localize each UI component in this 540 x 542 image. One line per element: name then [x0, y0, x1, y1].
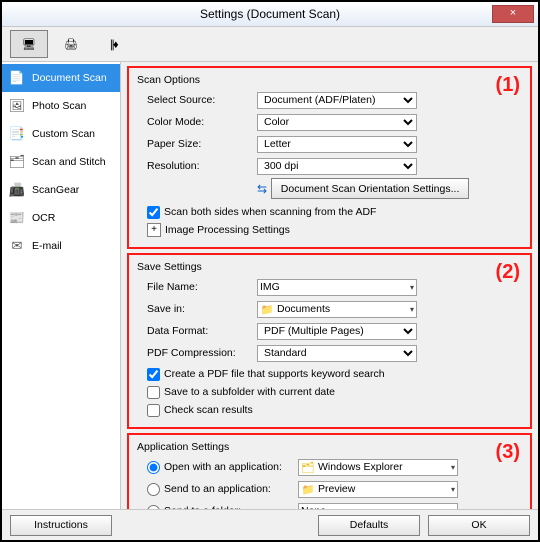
send-app-label: Send to an application: — [164, 483, 294, 495]
sidebar-item-label: Photo Scan — [32, 100, 86, 112]
tab-scan-from-panel[interactable]: 🖨 — [52, 30, 90, 58]
chevron-down-icon: ▾ — [410, 283, 414, 292]
body: 📄 Document Scan 🖼 Photo Scan 📑 Custom Sc… — [2, 62, 538, 509]
subfolder-label: Save to a subfolder with current date — [164, 386, 335, 398]
sidebar: 📄 Document Scan 🖼 Photo Scan 📑 Custom Sc… — [2, 62, 121, 509]
section-number-1: (1) — [496, 74, 520, 97]
pdf-compression-dropdown[interactable]: Standard — [257, 345, 417, 362]
orientation-settings-button[interactable]: Document Scan Orientation Settings... — [271, 178, 469, 199]
ok-button[interactable]: OK — [428, 515, 530, 536]
open-app-value: Windows Explorer — [318, 461, 403, 473]
resolution-label: Resolution: — [137, 160, 257, 172]
folder-icon: 📁 — [301, 483, 315, 496]
send-folder-value: None — [301, 505, 326, 509]
scan-options-title: Scan Options — [137, 74, 522, 86]
settings-window: { "title": "Settings (Document Scan)", "… — [0, 0, 540, 542]
scanner-icon: 🖨 — [64, 38, 78, 51]
explorer-icon: 🗂 — [301, 461, 315, 474]
footer: Instructions Defaults OK — [2, 509, 538, 540]
sidebar-item-custom-scan[interactable]: 📑 Custom Scan — [2, 120, 120, 148]
send-folder-label: Send to a folder: — [164, 505, 294, 509]
chevron-down-icon: ▾ — [410, 305, 414, 314]
scangear-icon: 📠 — [8, 182, 26, 198]
sidebar-item-label: E-mail — [32, 240, 62, 252]
sidebar-item-ocr[interactable]: 📰 OCR — [2, 204, 120, 232]
instructions-button[interactable]: Instructions — [10, 515, 112, 536]
sidebar-item-label: Scan and Stitch — [32, 156, 106, 168]
monitor-icon: 🖥 — [22, 38, 36, 51]
save-settings-section: (2) Save Settings File Name: IMG ▾ Save … — [127, 253, 532, 429]
titlebar: Settings (Document Scan) × — [2, 2, 538, 27]
keyword-search-checkbox[interactable] — [147, 368, 160, 381]
scan-options-section: (1) Scan Options Select Source: Document… — [127, 66, 532, 249]
check-results-checkbox[interactable] — [147, 404, 160, 417]
window-title: Settings (Document Scan) — [200, 7, 340, 21]
subfolder-checkbox[interactable] — [147, 386, 160, 399]
select-source-label: Select Source: — [137, 94, 257, 106]
sidebar-item-label: ScanGear — [32, 184, 79, 196]
folder-icon: 📁 — [260, 303, 274, 316]
sidebar-item-label: Custom Scan — [32, 128, 95, 140]
file-name-label: File Name: — [137, 281, 257, 293]
document-icon: 📄 — [8, 70, 26, 86]
plus-icon: + — [147, 223, 161, 237]
data-format-dropdown[interactable]: PDF (Multiple Pages) — [257, 323, 417, 340]
color-mode-label: Color Mode: — [137, 116, 257, 128]
send-app-dropdown[interactable]: 📁 Preview ▾ — [298, 481, 458, 498]
section-number-3: (3) — [496, 441, 520, 464]
image-processing-label: Image Processing Settings — [165, 224, 290, 236]
resolution-dropdown[interactable]: 300 dpi — [257, 158, 417, 175]
tab-general-settings[interactable]: ∥♦ — [94, 30, 132, 58]
sidebar-item-scangear[interactable]: 📠 ScanGear — [2, 176, 120, 204]
file-name-value: IMG — [260, 281, 280, 293]
section-number-2: (2) — [496, 261, 520, 284]
file-name-combo[interactable]: IMG ▾ — [257, 279, 417, 296]
top-toolbar: 🖥 🖨 ∥♦ — [2, 27, 538, 62]
scan-both-sides-checkbox[interactable] — [147, 206, 160, 219]
photo-icon: 🖼 — [8, 98, 26, 114]
check-results-label: Check scan results — [164, 404, 253, 416]
main-panel: (1) Scan Options Select Source: Document… — [121, 62, 538, 509]
chevron-down-icon: ▾ — [451, 507, 455, 510]
send-folder-dropdown[interactable]: None ▾ — [298, 503, 458, 510]
stitch-icon: 🗂 — [8, 154, 26, 170]
open-app-dropdown[interactable]: 🗂 Windows Explorer ▾ — [298, 459, 458, 476]
chevron-down-icon: ▾ — [451, 463, 455, 472]
email-icon: ✉ — [8, 238, 26, 254]
select-source-dropdown[interactable]: Document (ADF/Platen) — [257, 92, 417, 109]
sidebar-item-scan-stitch[interactable]: 🗂 Scan and Stitch — [2, 148, 120, 176]
sidebar-item-label: Document Scan — [32, 72, 107, 84]
send-folder-radio[interactable] — [147, 505, 160, 510]
color-mode-dropdown[interactable]: Color — [257, 114, 417, 131]
save-in-dropdown[interactable]: 📁 Documents ▾ — [257, 301, 417, 318]
image-processing-expander[interactable]: + Image Processing Settings — [137, 221, 522, 239]
save-in-value: Documents — [277, 303, 330, 315]
save-in-label: Save in: — [137, 303, 257, 315]
sidebar-item-photo-scan[interactable]: 🖼 Photo Scan — [2, 92, 120, 120]
sidebar-item-email[interactable]: ✉ E-mail — [2, 232, 120, 260]
sidebar-item-label: OCR — [32, 212, 55, 224]
application-settings-section: (3) Application Settings Open with an ap… — [127, 433, 532, 509]
defaults-button[interactable]: Defaults — [318, 515, 420, 536]
chevron-down-icon: ▾ — [451, 485, 455, 494]
keyword-search-label: Create a PDF file that supports keyword … — [164, 368, 385, 380]
paper-size-label: Paper Size: — [137, 138, 257, 150]
custom-icon: 📑 — [8, 126, 26, 142]
open-app-label: Open with an application: — [164, 461, 294, 473]
pdf-compression-label: PDF Compression: — [137, 347, 257, 359]
paper-size-dropdown[interactable]: Letter — [257, 136, 417, 153]
send-app-radio[interactable] — [147, 483, 160, 496]
save-settings-title: Save Settings — [137, 261, 522, 273]
close-button[interactable]: × — [492, 5, 534, 23]
ocr-icon: 📰 — [8, 210, 26, 226]
sliders-icon: ∥♦ — [109, 38, 116, 51]
swap-arrows-icon[interactable]: ⇆ — [257, 182, 267, 196]
sidebar-item-document-scan[interactable]: 📄 Document Scan — [2, 64, 120, 92]
application-settings-title: Application Settings — [137, 441, 522, 453]
data-format-label: Data Format: — [137, 325, 257, 337]
tab-scan-from-computer[interactable]: 🖥 — [10, 30, 48, 58]
scan-both-sides-label: Scan both sides when scanning from the A… — [164, 206, 376, 218]
open-app-radio[interactable] — [147, 461, 160, 474]
send-app-value: Preview — [318, 483, 355, 495]
